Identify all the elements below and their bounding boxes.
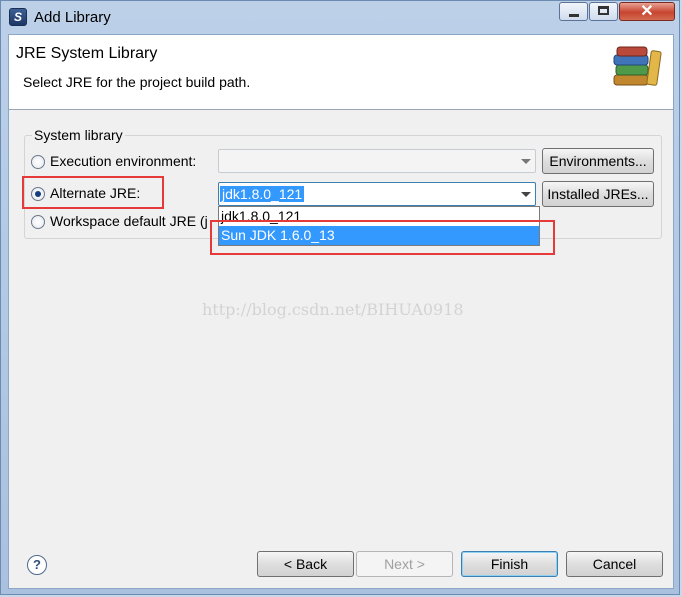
maximize-button[interactable] [589,2,618,21]
chevron-down-icon [521,192,531,197]
close-icon: ✕ [640,3,654,20]
radio-label: Workspace default JRE (j [50,213,208,229]
chevron-down-icon [521,159,531,164]
back-button[interactable]: < Back [257,551,354,577]
eclipse-app-icon: S [9,8,27,26]
radio-label: Execution environment: [50,153,197,169]
alternate-jre-combo[interactable]: jdk1.8.0_121 [218,182,536,206]
environments-button[interactable]: Environments... [542,148,654,174]
radio-circle[interactable] [31,155,45,169]
help-icon[interactable]: ? [27,555,47,575]
maximize-icon [598,6,609,15]
cancel-button[interactable]: Cancel [566,551,663,577]
add-library-dialog: S Add Library ✕ JRE System Library Selec… [0,0,680,595]
dialog-content: JRE System Library Select JRE for the pr… [8,34,674,589]
watermark-text: http://blog.csdn.net/BIHUA0918 [202,300,464,319]
next-button[interactable]: Next > [356,551,453,577]
title-bar[interactable]: S Add Library ✕ [1,1,679,35]
annotation-box-alternate-jre [22,176,164,209]
execution-environment-combo[interactable] [218,149,536,173]
page-description: Select JRE for the project build path. [23,74,251,90]
wizard-header: JRE System Library Select JRE for the pr… [9,35,673,110]
radio-circle[interactable] [31,215,45,229]
minimize-button[interactable] [559,2,588,21]
installed-jres-button[interactable]: Installed JREs... [542,181,654,207]
close-button[interactable]: ✕ [619,2,675,21]
library-books-icon [613,46,662,86]
combo-value: jdk1.8.0_121 [220,186,305,202]
annotation-box-sun-jdk [210,220,555,255]
minimize-icon [569,14,579,17]
system-library-label: System library [32,127,125,143]
finish-button[interactable]: Finish [461,551,558,577]
page-title: JRE System Library [16,45,158,62]
window-title: Add Library [34,9,111,26]
